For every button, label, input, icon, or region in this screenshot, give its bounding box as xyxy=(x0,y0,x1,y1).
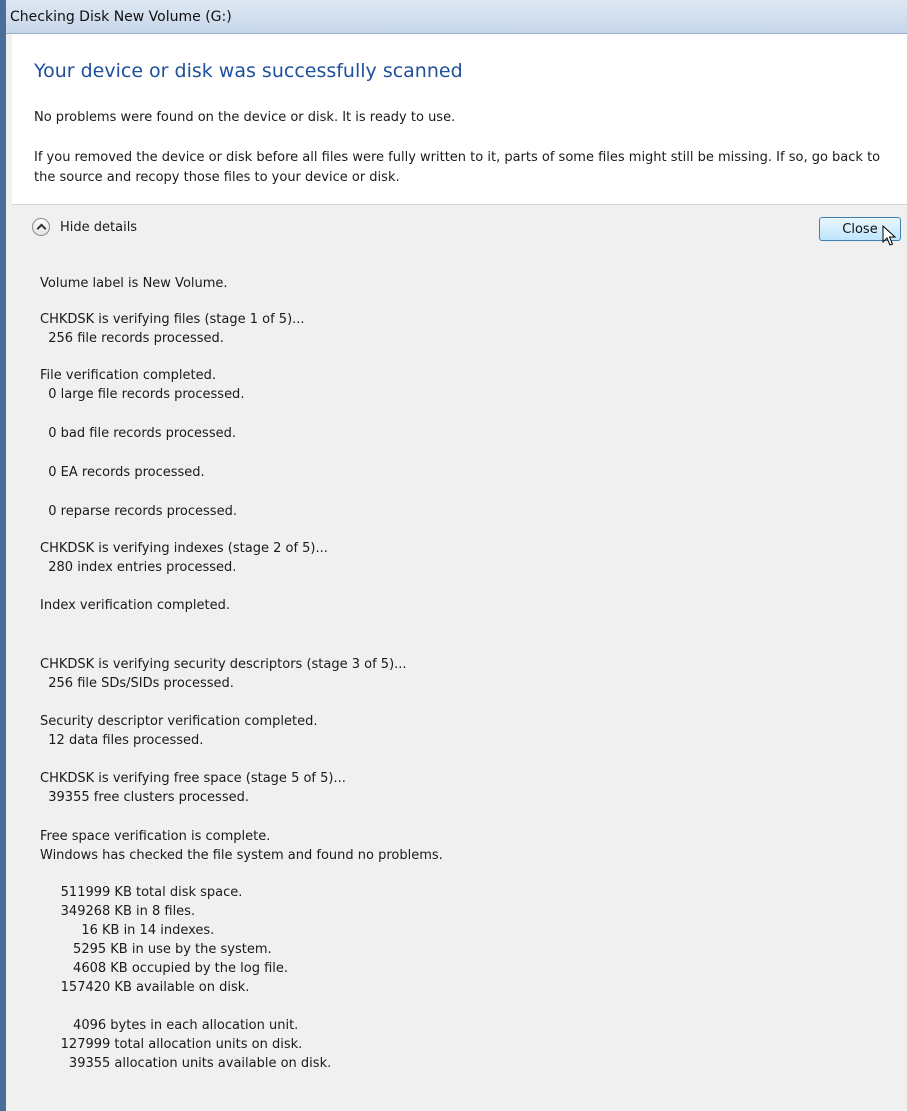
chevron-up-icon[interactable] xyxy=(32,218,50,236)
log-line: 0 EA records processed. xyxy=(40,465,205,480)
log-line: 39355 free clusters processed. xyxy=(40,790,249,805)
log-line: File verification completed. xyxy=(40,368,216,383)
log-line: Index verification completed. xyxy=(40,598,231,613)
log-line: 12 data files processed. xyxy=(40,733,204,748)
log-line: 4608 KB occupied by the log file. xyxy=(40,961,289,976)
log-line: Security descriptor verification complet… xyxy=(40,714,318,729)
log-line: 256 file records processed. xyxy=(40,331,224,346)
log-line: CHKDSK is verifying security descriptors… xyxy=(40,657,407,672)
result-heading: Your device or disk was successfully sca… xyxy=(34,60,463,82)
log-line: 349268 KB in 8 files. xyxy=(40,904,196,919)
log-line: CHKDSK is verifying files (stage 1 of 5)… xyxy=(40,312,305,327)
log-line: Windows has checked the file system and … xyxy=(40,848,443,863)
check-disk-window: Checking Disk New Volume (G:) Your devic… xyxy=(0,0,907,1111)
log-line: 39355 allocation units available on disk… xyxy=(40,1056,332,1071)
log-line: 5295 KB in use by the system. xyxy=(40,942,272,957)
hide-details-link[interactable]: Hide details xyxy=(60,220,137,235)
log-line: 157420 KB available on disk. xyxy=(40,980,250,995)
details-log: Volume label is New Volume. CHKDSK is ve… xyxy=(12,251,907,1111)
log-line: 511999 KB total disk space. xyxy=(40,885,243,900)
log-line: 0 bad file records processed. xyxy=(40,426,236,441)
log-line: CHKDSK is verifying indexes (stage 2 of … xyxy=(40,541,328,556)
result-message: No problems were found on the device or … xyxy=(34,110,456,125)
log-line: 127999 total allocation units on disk. xyxy=(40,1037,303,1052)
window-title: Checking Disk New Volume (G:) xyxy=(10,9,232,25)
title-bar: Checking Disk New Volume (G:) xyxy=(6,0,907,34)
log-line: 0 large file records processed. xyxy=(40,387,245,402)
log-line: CHKDSK is verifying free space (stage 5 … xyxy=(40,771,346,786)
log-line: 0 reparse records processed. xyxy=(40,504,237,519)
log-line: 280 index entries processed. xyxy=(40,560,237,575)
removal-warning-message: If you removed the device or disk before… xyxy=(34,150,881,185)
log-line: Volume label is New Volume. xyxy=(40,276,228,291)
result-header: Your device or disk was successfully sca… xyxy=(12,34,907,205)
log-line: 4096 bytes in each allocation unit. xyxy=(40,1018,299,1033)
log-line: Free space verification is complete. xyxy=(40,829,271,844)
log-line: 256 file SDs/SIDs processed. xyxy=(40,676,234,691)
details-toolbar: Hide details Close xyxy=(12,205,907,251)
log-line: 16 KB in 14 indexes. xyxy=(40,923,215,938)
mouse-pointer-icon xyxy=(882,225,896,246)
